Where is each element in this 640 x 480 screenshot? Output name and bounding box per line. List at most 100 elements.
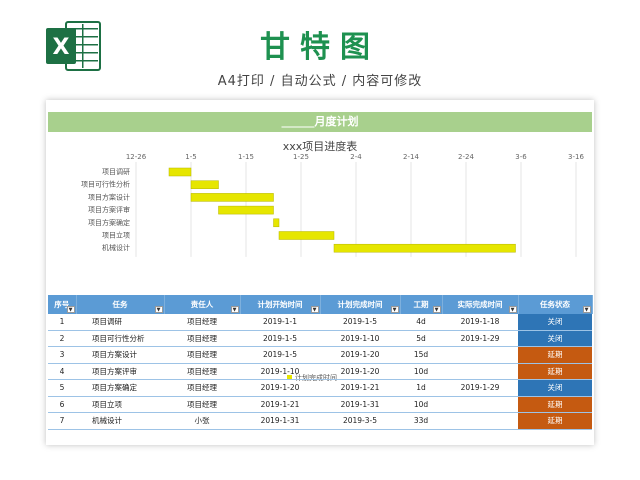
cell-actual-end[interactable] [442,363,518,380]
gantt-bar [218,205,274,215]
monthly-plan-banner[interactable]: ______月度计划 [48,112,592,132]
category-label: 项目方案确定 [88,218,130,227]
cell-task[interactable]: 机械设计 [76,412,164,430]
cell-plan-start[interactable]: 2019-1-5 [240,346,320,364]
cell-plan-start[interactable]: 2019-1-10 [240,363,320,380]
gantt-bar [273,218,280,228]
cell-duration[interactable]: 4d [400,314,442,331]
filter-dropdown-icon[interactable]: ▼ [66,306,75,313]
cell-no[interactable]: 5 [48,379,76,397]
column-header-label: 工期 [413,300,429,309]
cell-owner[interactable]: 项目经理 [164,396,240,413]
gantt-bar [190,193,274,202]
cell-actual-end[interactable]: 2019-1-29 [442,330,518,347]
x-tick-label: 2-14 [403,153,419,161]
category-label: 项目方案评审 [88,205,130,214]
filter-dropdown-icon[interactable]: ▼ [310,306,319,313]
column-header-label: 计划开始时间 [257,300,303,309]
cell-no[interactable]: 6 [48,396,76,413]
cell-task[interactable]: 项目方案确定 [76,379,164,397]
filter-dropdown-icon[interactable]: ▼ [390,306,399,313]
cell-plan-end[interactable]: 2019-1-5 [320,314,400,331]
cell-actual-end[interactable]: 2019-1-29 [442,379,518,397]
cell-actual-end[interactable] [442,396,518,413]
cell-no[interactable]: 4 [48,363,76,380]
cell-plan-end[interactable]: 2019-1-10 [320,330,400,347]
table-row[interactable]: 1 项目调研 项目经理 2019-1-1 2019-1-5 4d 2019-1-18 关闭 [48,314,592,331]
cell-plan-start[interactable]: 2019-1-20 [240,379,320,397]
filter-dropdown-icon[interactable]: ▼ [582,306,591,313]
cell-owner[interactable]: 项目经理 [164,363,240,380]
cell-actual-end[interactable]: 2019-1-18 [442,314,518,331]
cell-task[interactable]: 项目方案设计 [76,346,164,364]
filter-dropdown-icon[interactable]: ▼ [508,306,517,313]
filter-dropdown-icon[interactable]: ▼ [154,306,163,313]
page-subtitle: A4打印 / 自动公式 / 内容可修改 [217,74,423,89]
table-header-row: 序号 ▼ 任务 ▼ 责任人 ▼ 计划开始时间 ▼ 计划完成时间 ▼ 工期 ▼ 实际完成时间 ▼ 任务状态 ▼ [48,295,593,314]
table-row[interactable]: 7 机械设计 小张 2019-1-31 2019-3-5 33d 延期 [48,412,592,430]
x-tick-label: 1-5 [185,153,196,161]
table-row[interactable]: 4 项目方案评审 项目经理 2019-1-10 2019-1-20 10d 延期 [48,363,592,380]
cell-no[interactable]: 7 [48,412,76,430]
cell-task[interactable]: 项目可行性分析 [76,330,164,347]
table-row[interactable]: 3 项目方案设计 项目经理 2019-1-5 2019-1-20 15d 延期 [48,346,592,364]
status-badge[interactable]: 延期 [518,396,592,413]
cell-plan-start[interactable]: 2019-1-5 [240,330,320,347]
cell-task[interactable]: 项目调研 [76,314,164,331]
category-label: 机械设计 [102,243,130,252]
table-row[interactable]: 5 项目方案确定 项目经理 2019-1-20 2019-1-21 1d 2019-1-29… [48,379,592,397]
x-tick-label: 3-6 [515,153,527,161]
cell-task[interactable]: 项目立项 [76,396,164,413]
column-header-label: 任务 [112,300,128,309]
cell-plan-start[interactable]: 2019-1-31 [240,412,320,430]
status-badge[interactable]: 延期 [518,412,592,430]
column-header: 计划开始时间 ▼ [240,295,321,314]
cell-plan-end[interactable]: 2019-1-20 [320,346,400,364]
cell-plan-end[interactable]: 2019-1-20 [320,363,400,380]
x-tick-label: 12-26 [126,153,147,161]
cell-plan-end[interactable]: 2019-1-21 [320,379,400,397]
x-tick-label: 2-4 [350,153,362,161]
category-label: 项目调研 [102,167,130,176]
cell-owner[interactable]: 项目经理 [164,314,240,331]
cell-duration[interactable]: 1d [400,379,442,397]
column-header: 序号 ▼ [48,295,77,314]
cell-task[interactable]: 项目方案评审 [76,363,164,380]
gantt-bar [333,243,516,253]
column-header: 计划完成时间 ▼ [320,295,401,314]
table-row[interactable]: 2 项目可行性分析 项目经理 2019-1-5 2019-1-10 5d 2019-1-29… [48,330,592,347]
status-badge[interactable]: 延期 [518,346,592,364]
cell-owner[interactable]: 项目经理 [164,346,240,364]
cell-plan-start[interactable]: 2019-1-21 [240,396,320,413]
cell-owner[interactable]: 项目经理 [164,330,240,347]
cell-duration[interactable]: 5d [400,330,442,347]
cell-owner[interactable]: 项目经理 [164,379,240,397]
cell-duration[interactable]: 15d [400,346,442,364]
cell-actual-end[interactable] [442,412,518,430]
cell-duration[interactable]: 10d [400,363,442,380]
status-badge[interactable]: 关闭 [518,379,592,397]
category-label: 项目方案设计 [88,192,130,201]
filter-dropdown-icon[interactable]: ▼ [432,306,441,313]
category-label: 项目立项 [102,231,130,240]
cell-plan-end[interactable]: 2019-1-31 [320,396,400,413]
table-row[interactable]: 6 项目立项 项目经理 2019-1-21 2019-1-31 10d 延期 [48,396,592,413]
cell-duration[interactable]: 33d [400,412,442,430]
status-badge[interactable]: 关闭 [518,330,592,347]
column-header-label: 计划完成时间 [337,300,383,309]
gantt-bar [168,167,192,177]
cell-duration[interactable]: 10d [400,396,442,413]
x-tick-label: 3-16 [568,153,584,161]
cell-no[interactable]: 2 [48,330,76,347]
status-badge[interactable]: 关闭 [518,314,592,331]
cell-no[interactable]: 3 [48,346,76,364]
cell-plan-start[interactable]: 2019-1-1 [240,314,320,331]
column-header-label: 任务状态 [540,300,570,309]
cell-owner[interactable]: 小张 [164,412,240,430]
status-badge[interactable]: 延期 [518,363,592,380]
cell-no[interactable]: 1 [48,314,76,331]
gantt-bar [190,180,219,189]
cell-plan-end[interactable]: 2019-3-5 [320,412,400,430]
filter-dropdown-icon[interactable]: ▼ [230,306,239,313]
cell-actual-end[interactable] [442,346,518,364]
